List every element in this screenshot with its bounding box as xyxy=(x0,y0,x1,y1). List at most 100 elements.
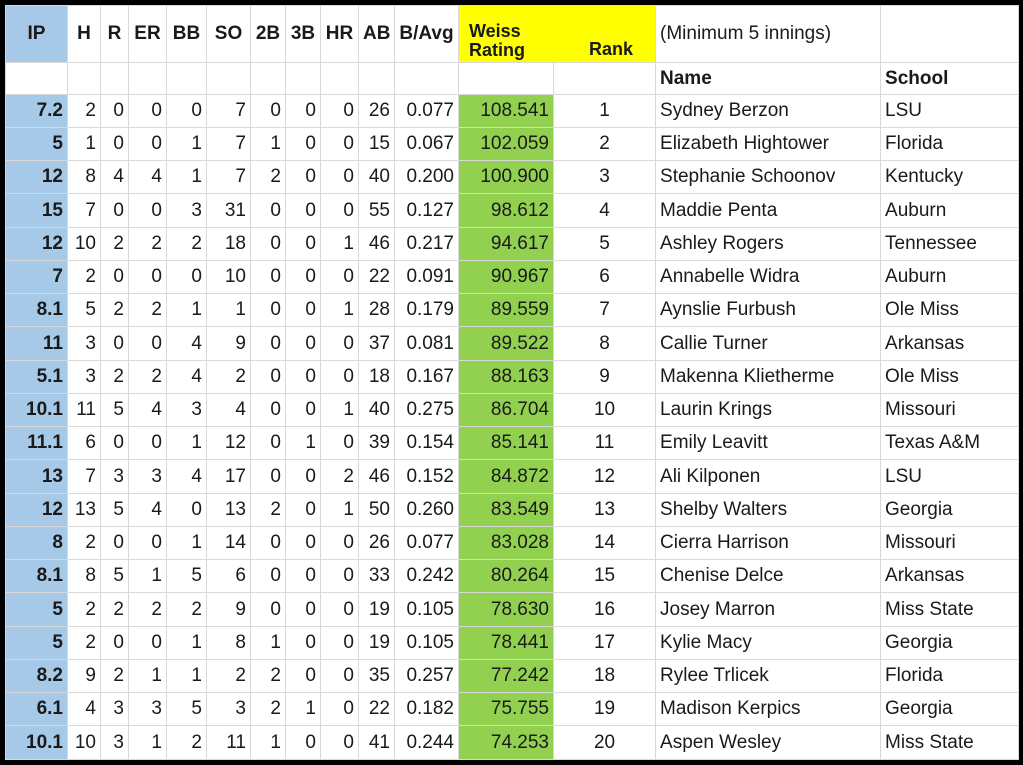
cell-school: Auburn xyxy=(880,193,1020,228)
subheader-blank-cell xyxy=(394,62,459,95)
cell-ab: 19 xyxy=(358,625,395,660)
cell-school: Arkansas xyxy=(880,326,1020,361)
cell-player-name: Shelby Walters xyxy=(655,492,882,527)
column-header-ip[interactable]: IP xyxy=(5,4,68,64)
cell-so: 10 xyxy=(206,259,251,295)
weiss-rating-header-line1: Weiss xyxy=(469,20,521,41)
table-row[interactable]: 8.2 9 2 1 1 2 2 0 0 35 0.257 77.242 18 Rylee Trlicek F… xyxy=(5,658,1020,694)
cell-rank: 9 xyxy=(552,359,657,394)
cell-er: 0 xyxy=(128,426,167,461)
column-header-2b[interactable]: 2B xyxy=(250,4,286,64)
weiss-rating-rank-header[interactable]: Weiss Rating Rank xyxy=(457,4,657,64)
column-header-ab[interactable]: AB xyxy=(358,4,395,64)
cell-so: 2 xyxy=(206,658,251,694)
cell-school: Ole Miss xyxy=(880,293,1020,328)
rank-header-label: Rank xyxy=(589,39,634,60)
cell-bb: 0 xyxy=(166,259,207,295)
table-row[interactable]: 10.1 11 5 4 3 4 0 0 1 40 0.275 86.704 10 Laurin Kring… xyxy=(5,392,1020,428)
column-header-er[interactable]: ER xyxy=(128,4,167,64)
cell-player-name: Makenna Klietherme xyxy=(655,359,882,394)
table-row[interactable]: 7 2 0 0 0 10 0 0 0 22 0.091 90.967 6 Annabelle Widra A… xyxy=(5,259,1020,295)
table-row[interactable]: 8 2 0 0 1 14 0 0 0 26 0.077 83.028 14 Cierra Harrison… xyxy=(5,525,1020,561)
column-header-so[interactable]: SO xyxy=(206,4,251,64)
cell-er: 4 xyxy=(128,392,167,428)
cell-r: 2 xyxy=(100,293,129,328)
column-header-h[interactable]: H xyxy=(67,4,101,64)
cell-h: 5 xyxy=(67,293,101,328)
cell-3b: 0 xyxy=(285,525,321,561)
cell-3b: 0 xyxy=(285,492,321,527)
cell-h: 7 xyxy=(67,193,101,228)
table-row[interactable]: 13 7 3 3 4 17 0 0 2 46 0.152 84.872 12 Ali Kilponen LS… xyxy=(5,459,1020,494)
cell-h: 8 xyxy=(67,559,101,594)
table-row[interactable]: 5 2 0 0 1 8 1 0 0 19 0.105 78.441 17 Kylie Macy Georgi… xyxy=(5,625,1020,660)
cell-3b: 0 xyxy=(285,592,321,627)
cell-rank: 1 xyxy=(552,93,657,128)
cell-bb: 5 xyxy=(166,559,207,594)
cell-weiss-rating: 86.704 xyxy=(458,392,554,428)
cell-player-name: Rylee Trlicek xyxy=(655,658,882,694)
cell-r: 3 xyxy=(100,692,129,727)
table-row[interactable]: 12 10 2 2 2 18 0 0 1 46 0.217 94.617 5 Ashley Rogers T… xyxy=(5,226,1020,261)
cell-2b: 0 xyxy=(250,392,286,428)
cell-rank: 5 xyxy=(552,226,657,261)
cell-hr: 1 xyxy=(320,492,359,527)
subheader-blank-cell xyxy=(285,62,321,95)
cell-3b: 0 xyxy=(285,193,321,228)
table-row[interactable]: 8.1 5 2 2 1 1 0 0 1 28 0.179 89.559 7 Aynslie Furbush… xyxy=(5,293,1020,328)
cell-bavg: 0.127 xyxy=(394,193,459,228)
column-header-bb[interactable]: BB xyxy=(166,4,207,64)
table-row[interactable]: 15 7 0 0 3 31 0 0 0 55 0.127 98.612 4 Maddie Penta Aub… xyxy=(5,193,1020,228)
column-header-3b[interactable]: 3B xyxy=(285,4,321,64)
table-row[interactable]: 8.1 8 5 1 5 6 0 0 0 33 0.242 80.264 15 Chenise Delce A… xyxy=(5,559,1020,594)
table-row[interactable]: 5 1 0 0 1 7 1 0 0 15 0.067 102.059 2 Elizabeth Highto… xyxy=(5,126,1020,162)
cell-hr: 0 xyxy=(320,525,359,561)
cell-rank: 18 xyxy=(552,658,657,694)
cell-ab: 46 xyxy=(358,226,395,261)
cell-so: 8 xyxy=(206,625,251,660)
cell-r: 0 xyxy=(100,259,129,295)
cell-rank: 6 xyxy=(552,259,657,295)
stats-table: IP H R ER BB SO 2B 3B HR AB B/Avg Weiss Rating Rank (M… xyxy=(5,4,1020,760)
cell-player-name: Aspen Wesley xyxy=(655,725,882,760)
cell-2b: 0 xyxy=(250,559,286,594)
cell-so: 31 xyxy=(206,193,251,228)
table-row[interactable]: 7.2 2 0 0 0 7 0 0 0 26 0.077 108.541 1 Sydney Berzon L… xyxy=(5,93,1020,128)
cell-player-name: Kylie Macy xyxy=(655,625,882,660)
column-header-name[interactable]: Name xyxy=(655,62,882,95)
cell-weiss-rating: 83.028 xyxy=(458,525,554,561)
cell-school: Miss State xyxy=(880,725,1020,760)
cell-bb: 0 xyxy=(166,93,207,128)
table-row[interactable]: 10.1 10 3 1 2 11 1 0 0 41 0.244 74.253 20 Aspen Wesle… xyxy=(5,725,1020,760)
cell-bavg: 0.257 xyxy=(394,658,459,694)
cell-hr: 1 xyxy=(320,392,359,428)
cell-ip: 6.1 xyxy=(5,692,68,727)
table-row[interactable]: 11 3 0 0 4 9 0 0 0 37 0.081 89.522 8 Callie Turner Ark… xyxy=(5,326,1020,361)
table-row[interactable]: 12 8 4 4 1 7 2 0 0 40 0.200 100.900 3 Stephanie Schoo… xyxy=(5,160,1020,195)
cell-2b: 2 xyxy=(250,692,286,727)
cell-ab: 41 xyxy=(358,725,395,760)
cell-rank: 12 xyxy=(552,459,657,494)
column-header-school[interactable]: School xyxy=(880,62,1020,95)
cell-bb: 1 xyxy=(166,293,207,328)
column-header-hr[interactable]: HR xyxy=(320,4,359,64)
cell-bavg: 0.217 xyxy=(394,226,459,261)
cell-player-name: Chenise Delce xyxy=(655,559,882,594)
table-row[interactable]: 12 13 5 4 0 13 2 0 1 50 0.260 83.549 13 Shelby Walter… xyxy=(5,492,1020,527)
cell-hr: 0 xyxy=(320,625,359,660)
cell-weiss-rating: 90.967 xyxy=(458,259,554,295)
cell-r: 4 xyxy=(100,160,129,195)
cell-r: 2 xyxy=(100,226,129,261)
cell-bavg: 0.275 xyxy=(394,392,459,428)
column-header-r[interactable]: R xyxy=(100,4,129,64)
table-row[interactable]: 5.1 3 2 2 4 2 0 0 0 18 0.167 88.163 9 Makenna Kliethe… xyxy=(5,359,1020,394)
cell-weiss-rating: 102.059 xyxy=(458,126,554,162)
cell-h: 8 xyxy=(67,160,101,195)
table-row[interactable]: 5 2 2 2 2 9 0 0 0 19 0.105 78.630 16 Josey Marron Miss… xyxy=(5,592,1020,627)
subheader-blank-cell xyxy=(250,62,286,95)
cell-bavg: 0.154 xyxy=(394,426,459,461)
table-row[interactable]: 6.1 4 3 3 5 3 2 1 0 22 0.182 75.755 19 Madison Kerpic… xyxy=(5,692,1020,727)
table-row[interactable]: 11.1 6 0 0 1 12 0 1 0 39 0.154 85.141 11 Emily Leavit… xyxy=(5,426,1020,461)
cell-bb: 1 xyxy=(166,426,207,461)
column-header-b-avg[interactable]: B/Avg xyxy=(394,4,459,64)
